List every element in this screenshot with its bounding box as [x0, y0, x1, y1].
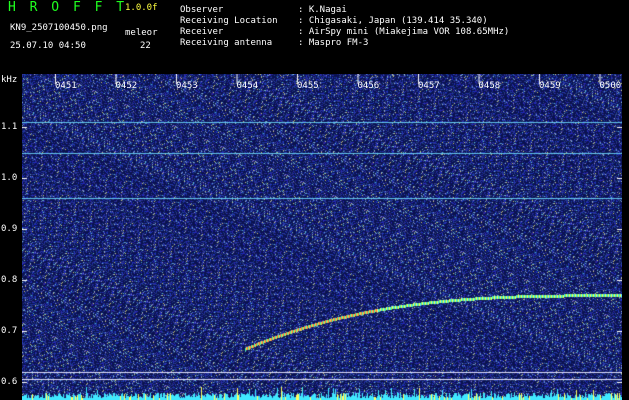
y-tick-label: 0.6: [1, 377, 18, 387]
version-label: 1.0.0f: [125, 3, 158, 13]
spectrogram-canvas: [22, 74, 622, 400]
mode-label: meleor: [125, 28, 158, 38]
x-tick-label: 0455: [297, 81, 319, 91]
count-label: 22: [140, 41, 151, 51]
observer-label: Observer: [180, 5, 224, 15]
x-tick-label: 0500: [599, 81, 622, 91]
y-tick-label: 0.9: [1, 224, 18, 234]
y-tick-label: 0.7: [1, 326, 18, 336]
header-panel: H R O F F T 1.0.0f KN9_2507100450.png me…: [0, 0, 629, 73]
location-label: Receiving Location: [180, 16, 278, 26]
x-tick-label: 0453: [176, 81, 198, 91]
antenna-label: Receiving antenna: [180, 38, 273, 48]
x-tick-label: 0457: [418, 81, 440, 91]
receiver-label: Receiver: [180, 27, 224, 37]
antenna-value: : Maspro FM-3: [298, 38, 369, 48]
y-unit-label: kHz: [1, 75, 18, 85]
datetime-label: 25.07.10 04:50: [10, 41, 86, 51]
x-tick-label: 0454: [236, 81, 259, 91]
x-tick-label: 0458: [478, 81, 501, 91]
x-tick-label: 0452: [115, 81, 138, 91]
y-tick-label: 1.1: [1, 122, 18, 132]
filename-label: KN9_2507100450.png: [10, 23, 108, 33]
receiver-value: : AirSpy mini (Miakejima VOR 108.65MHz): [298, 27, 510, 37]
observer-value: : K.Nagai: [298, 5, 347, 15]
x-tick-label: 0451: [55, 81, 77, 91]
x-tick-label: 0456: [357, 81, 380, 91]
y-tick-label: 0.8: [1, 275, 18, 285]
location-value: : Chigasaki, Japan (139.414 35.340): [298, 16, 488, 26]
app-title: H R O F F T: [8, 0, 128, 15]
x-tick-label: 0459: [539, 81, 561, 91]
y-tick-label: 1.0: [1, 173, 18, 183]
